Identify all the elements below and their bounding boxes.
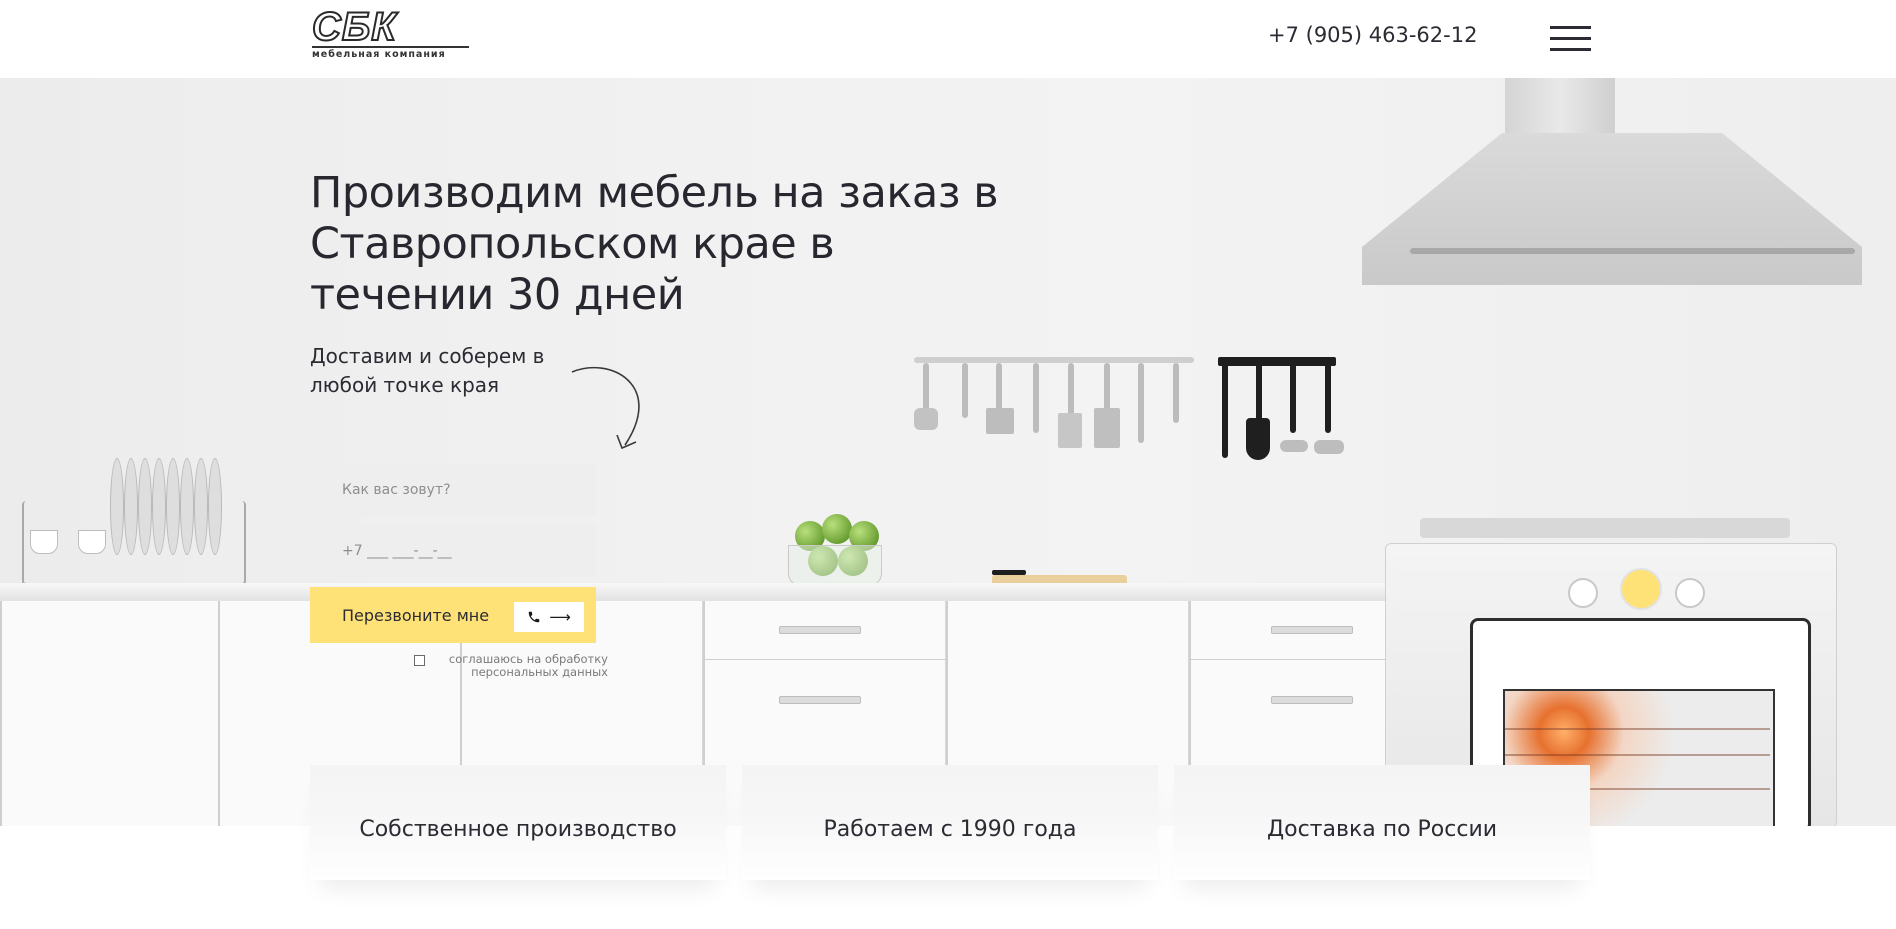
- feature-card-production: Собственное производство: [310, 765, 726, 880]
- company-logo[interactable]: СБК мебельная компания: [311, 5, 472, 60]
- consent-text: соглашаюсь на обработку персональных дан…: [448, 652, 608, 679]
- phone-input[interactable]: [310, 525, 596, 577]
- phone-icon: [528, 611, 540, 623]
- feature-card-delivery: Доставка по России: [1174, 765, 1590, 880]
- logo-subtitle: мебельная компания: [312, 46, 469, 60]
- callback-button-icons: ⟶: [514, 602, 584, 632]
- consent-checkbox-row[interactable]: соглашаюсь на обработку персональных дан…: [412, 653, 608, 683]
- hero-section: Производим мебель на заказ в Ставропольс…: [0, 78, 1896, 826]
- hero-title: Производим мебель на заказ в Ставропольс…: [310, 168, 999, 320]
- feature-card-since-1990: Работаем с 1990 года: [742, 765, 1158, 880]
- hero-subtitle: Доставим и соберем в любой точке края: [310, 344, 545, 397]
- curved-arrow-icon: [571, 366, 640, 450]
- consent-checkbox[interactable]: [414, 655, 425, 666]
- callback-button[interactable]: Перезвоните мне ⟶: [310, 587, 596, 643]
- site-header: СБК мебельная компания +7 (905) 463-62-1…: [0, 0, 1896, 78]
- header-phone-link[interactable]: +7 (905) 463-62-12: [1268, 23, 1477, 47]
- logo-mark: СБК: [311, 5, 397, 49]
- features-row: Собственное производство Работаем с 1990…: [310, 765, 1590, 880]
- callback-button-label: Перезвоните мне: [342, 605, 490, 625]
- arrow-right-icon: ⟶: [549, 608, 571, 626]
- name-input[interactable]: [310, 464, 596, 516]
- hamburger-menu-icon[interactable]: [1550, 26, 1591, 52]
